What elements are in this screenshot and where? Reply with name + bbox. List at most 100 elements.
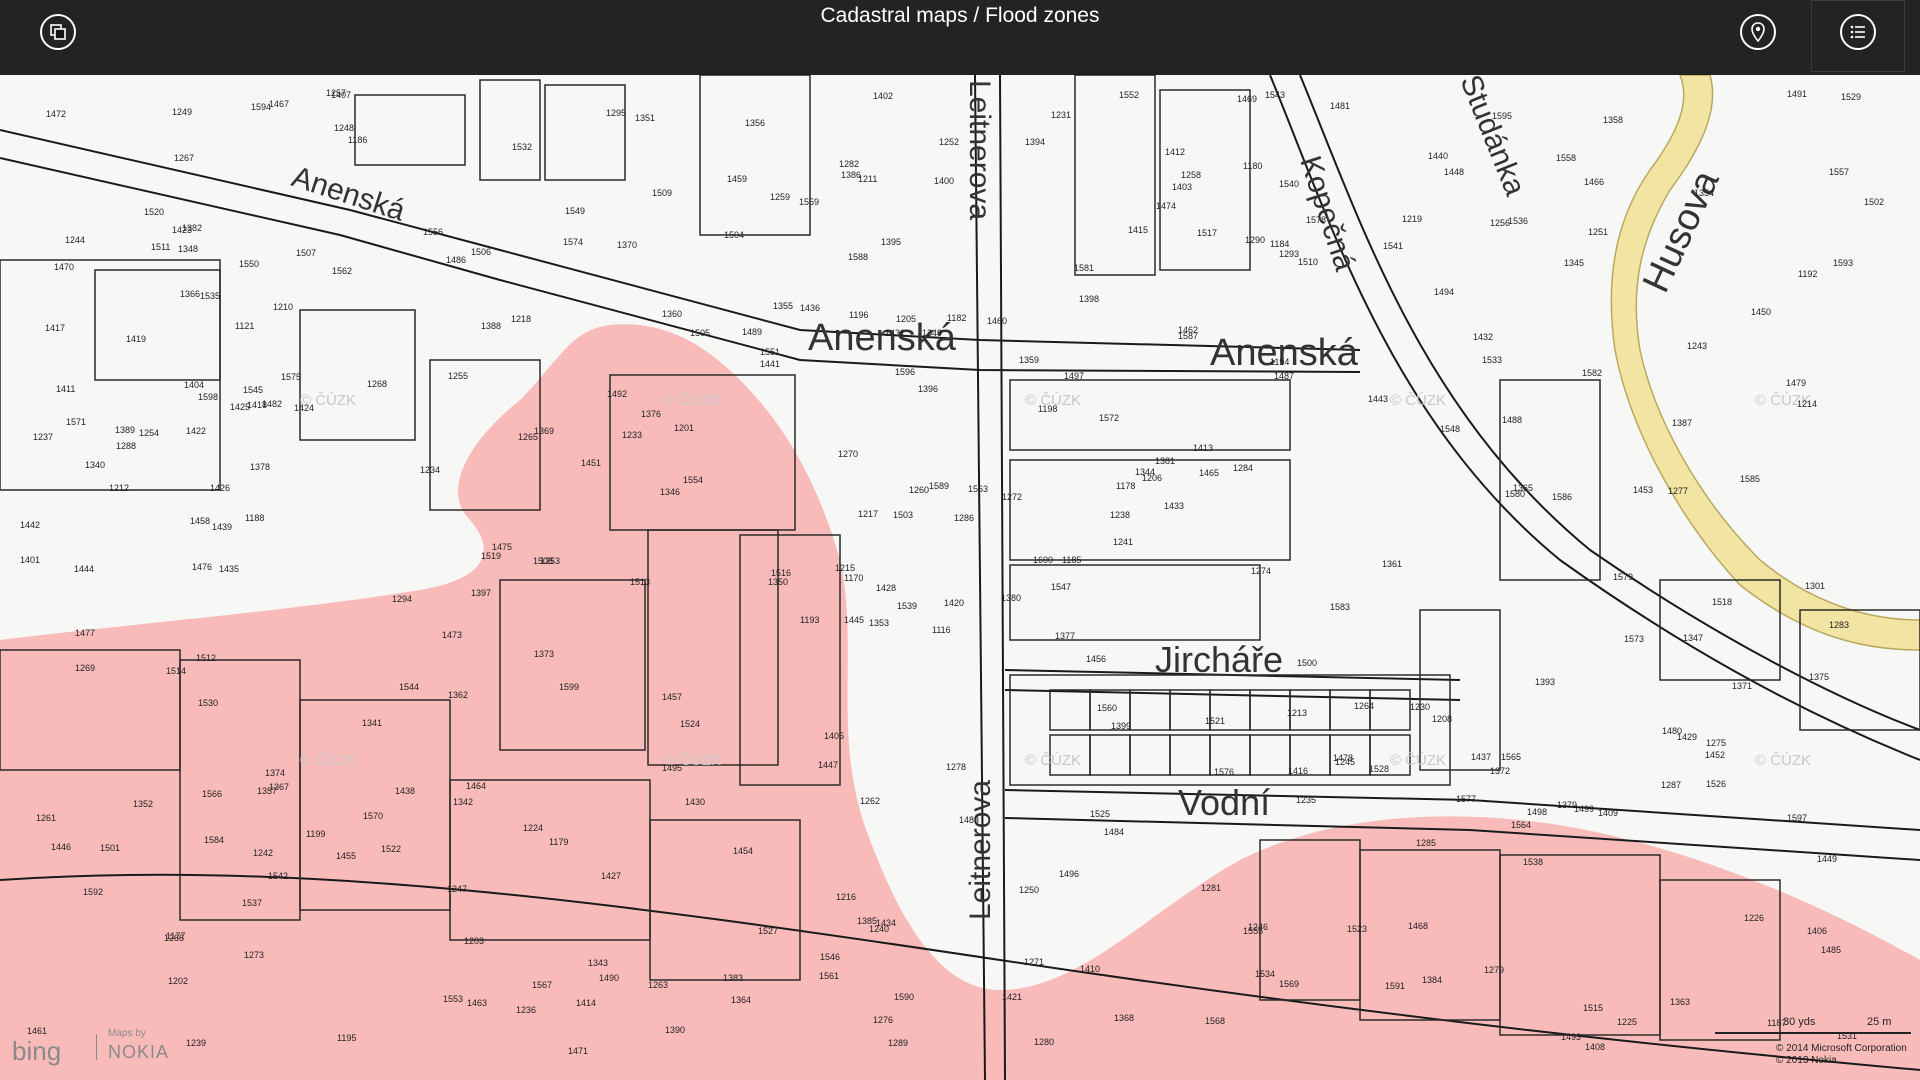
watermark: © ČÚZK — [1755, 752, 1811, 769]
watermark: © ČÚZK — [1025, 752, 1081, 769]
parcel-number: 1534 — [1255, 969, 1275, 979]
parcel-number: 1485 — [1821, 945, 1841, 955]
parcel-number: 1353 — [869, 618, 889, 628]
parcel-number: 1447 — [818, 760, 838, 770]
parcel-number: 1399 — [1111, 721, 1131, 731]
parcel-number: 1511 — [151, 242, 170, 252]
parcel-number: 1480 — [1662, 726, 1682, 736]
parcel-number: 1549 — [565, 206, 585, 216]
parcel-number: 1224 — [523, 823, 543, 833]
parcel-number: 1586 — [1552, 492, 1572, 502]
parcel-number: 1186 — [348, 135, 367, 145]
copyright-nokia: © 2013 Nokia — [1776, 1055, 1837, 1066]
parcel-number: 1179 — [549, 837, 568, 847]
parcel-number: 1262 — [860, 796, 880, 806]
scale-line — [1715, 1032, 1911, 1034]
parcel-number: 1521 — [1205, 716, 1225, 726]
parcel-number: 1273 — [244, 950, 264, 960]
parcel-number: 1185 — [1062, 555, 1081, 565]
parcel-number: 1468 — [1408, 921, 1428, 931]
parcel-number: 1469 — [1237, 94, 1257, 104]
parcel-number: 1452 — [1705, 750, 1725, 760]
parcel-number: 1359 — [1019, 355, 1039, 365]
parcel-number: 1453 — [1633, 485, 1653, 495]
copyright-notice: © 2014 Microsoft Corporation © 2013 Noki… — [1776, 1043, 1907, 1067]
list-button[interactable] — [1840, 14, 1876, 50]
parcel-number: 1435 — [219, 564, 239, 574]
parcel-number: 1386 — [841, 170, 861, 180]
parcel-number: 1380 — [1001, 593, 1021, 603]
parcel-number: 1368 — [1114, 1013, 1134, 1023]
parcel-number: 1454 — [733, 846, 753, 856]
parcel-number: 1269 — [75, 663, 95, 673]
parcel-number: 1518 — [1712, 597, 1732, 607]
parcel-number: 1490 — [599, 973, 619, 983]
parcel-number: 1260 — [909, 485, 929, 495]
layers-button[interactable] — [40, 14, 76, 50]
parcel-number: 1501 — [100, 843, 120, 853]
parcel-number: 1470 — [54, 262, 74, 272]
street-label-leitnerova-lower: Leitnerova — [964, 780, 997, 920]
parcel-number: 1288 — [116, 441, 136, 451]
parcel-number: 1294 — [392, 594, 412, 604]
parcel-number: 1533 — [1482, 355, 1502, 365]
parcel-number: 1193 — [800, 615, 819, 625]
locate-button[interactable] — [1740, 14, 1776, 50]
parcel-number: 1258 — [1181, 170, 1201, 180]
parcel-number: 1373 — [534, 649, 554, 659]
parcel-number: 1520 — [144, 207, 164, 217]
parcel-number: 1403 — [1172, 182, 1192, 192]
parcel-number: 1346 — [660, 487, 680, 497]
parcel-number: 1402 — [873, 91, 893, 101]
parcel-number: 1457 — [662, 692, 682, 702]
street-label-jirchare: Jircháře — [1155, 639, 1283, 680]
parcel-number: 1263 — [648, 980, 668, 990]
parcel-number: 1231 — [1051, 110, 1071, 120]
parcel-number: 1463 — [467, 998, 487, 1008]
parcel-number: 1563 — [968, 484, 988, 494]
parcel-number: 1567 — [532, 980, 552, 990]
parcel-number: 1436 — [800, 303, 820, 313]
parcel-number: 1374 — [265, 768, 285, 778]
parcel-number: 1199 — [306, 829, 325, 839]
parcel-number: 1282 — [839, 159, 859, 169]
parcel-number: 1252 — [939, 137, 959, 147]
parcel-number: 1503 — [893, 510, 913, 520]
parcel-number: 1192 — [1798, 269, 1817, 279]
parcel-number: 1216 — [836, 892, 856, 902]
parcel-number: 1493 — [1561, 1032, 1581, 1042]
parcel-number: 1423 — [172, 225, 192, 235]
parcel-number: 1218 — [511, 314, 531, 324]
logo-separator — [96, 1034, 97, 1060]
parcel-number: 1488 — [1502, 415, 1522, 425]
parcel-number: 1362 — [448, 690, 468, 700]
parcel-number: 1411 — [56, 384, 75, 394]
parcel-number: 1347 — [1683, 633, 1703, 643]
parcel-number: 1226 — [1744, 913, 1764, 923]
parcel-number: 1506 — [471, 247, 491, 257]
parcel-number: 1234 — [420, 465, 440, 475]
parcel-number: 1261 — [36, 813, 56, 823]
page-title: Cadastral maps / Flood zones — [820, 4, 1100, 27]
parcel-number: 1361 — [1382, 559, 1402, 569]
parcel-number: 1560 — [1097, 703, 1117, 713]
parcel-number: 1237 — [33, 432, 53, 442]
cadastral-map[interactable]: Anenská Anenská Anenská Leitnerova Leitn… — [0, 0, 1920, 1080]
parcel-number: 1548 — [1440, 424, 1460, 434]
parcel-number: 1377 — [1055, 631, 1075, 641]
parcel-number: 1556 — [423, 227, 443, 237]
parcel-number: 1344 — [1135, 467, 1155, 477]
parcel-number: 1278 — [946, 762, 966, 772]
parcel-number: 1395 — [881, 237, 901, 247]
parcel-number: 1421 — [1002, 992, 1022, 1002]
parcel-number: 1434 — [876, 918, 896, 928]
parcel-number: 1428 — [876, 583, 896, 593]
parcel-number: 1465 — [1199, 468, 1219, 478]
parcel-number: 1424 — [294, 403, 314, 413]
parcel-number: 1547 — [1051, 582, 1071, 592]
parcel-number: 1527 — [758, 926, 778, 936]
parcel-number: 1600 — [1033, 555, 1053, 565]
parcel-number: 1417 — [45, 323, 65, 333]
parcel-number: 1579 — [1613, 572, 1633, 582]
parcel-number: 1236 — [516, 1005, 536, 1015]
